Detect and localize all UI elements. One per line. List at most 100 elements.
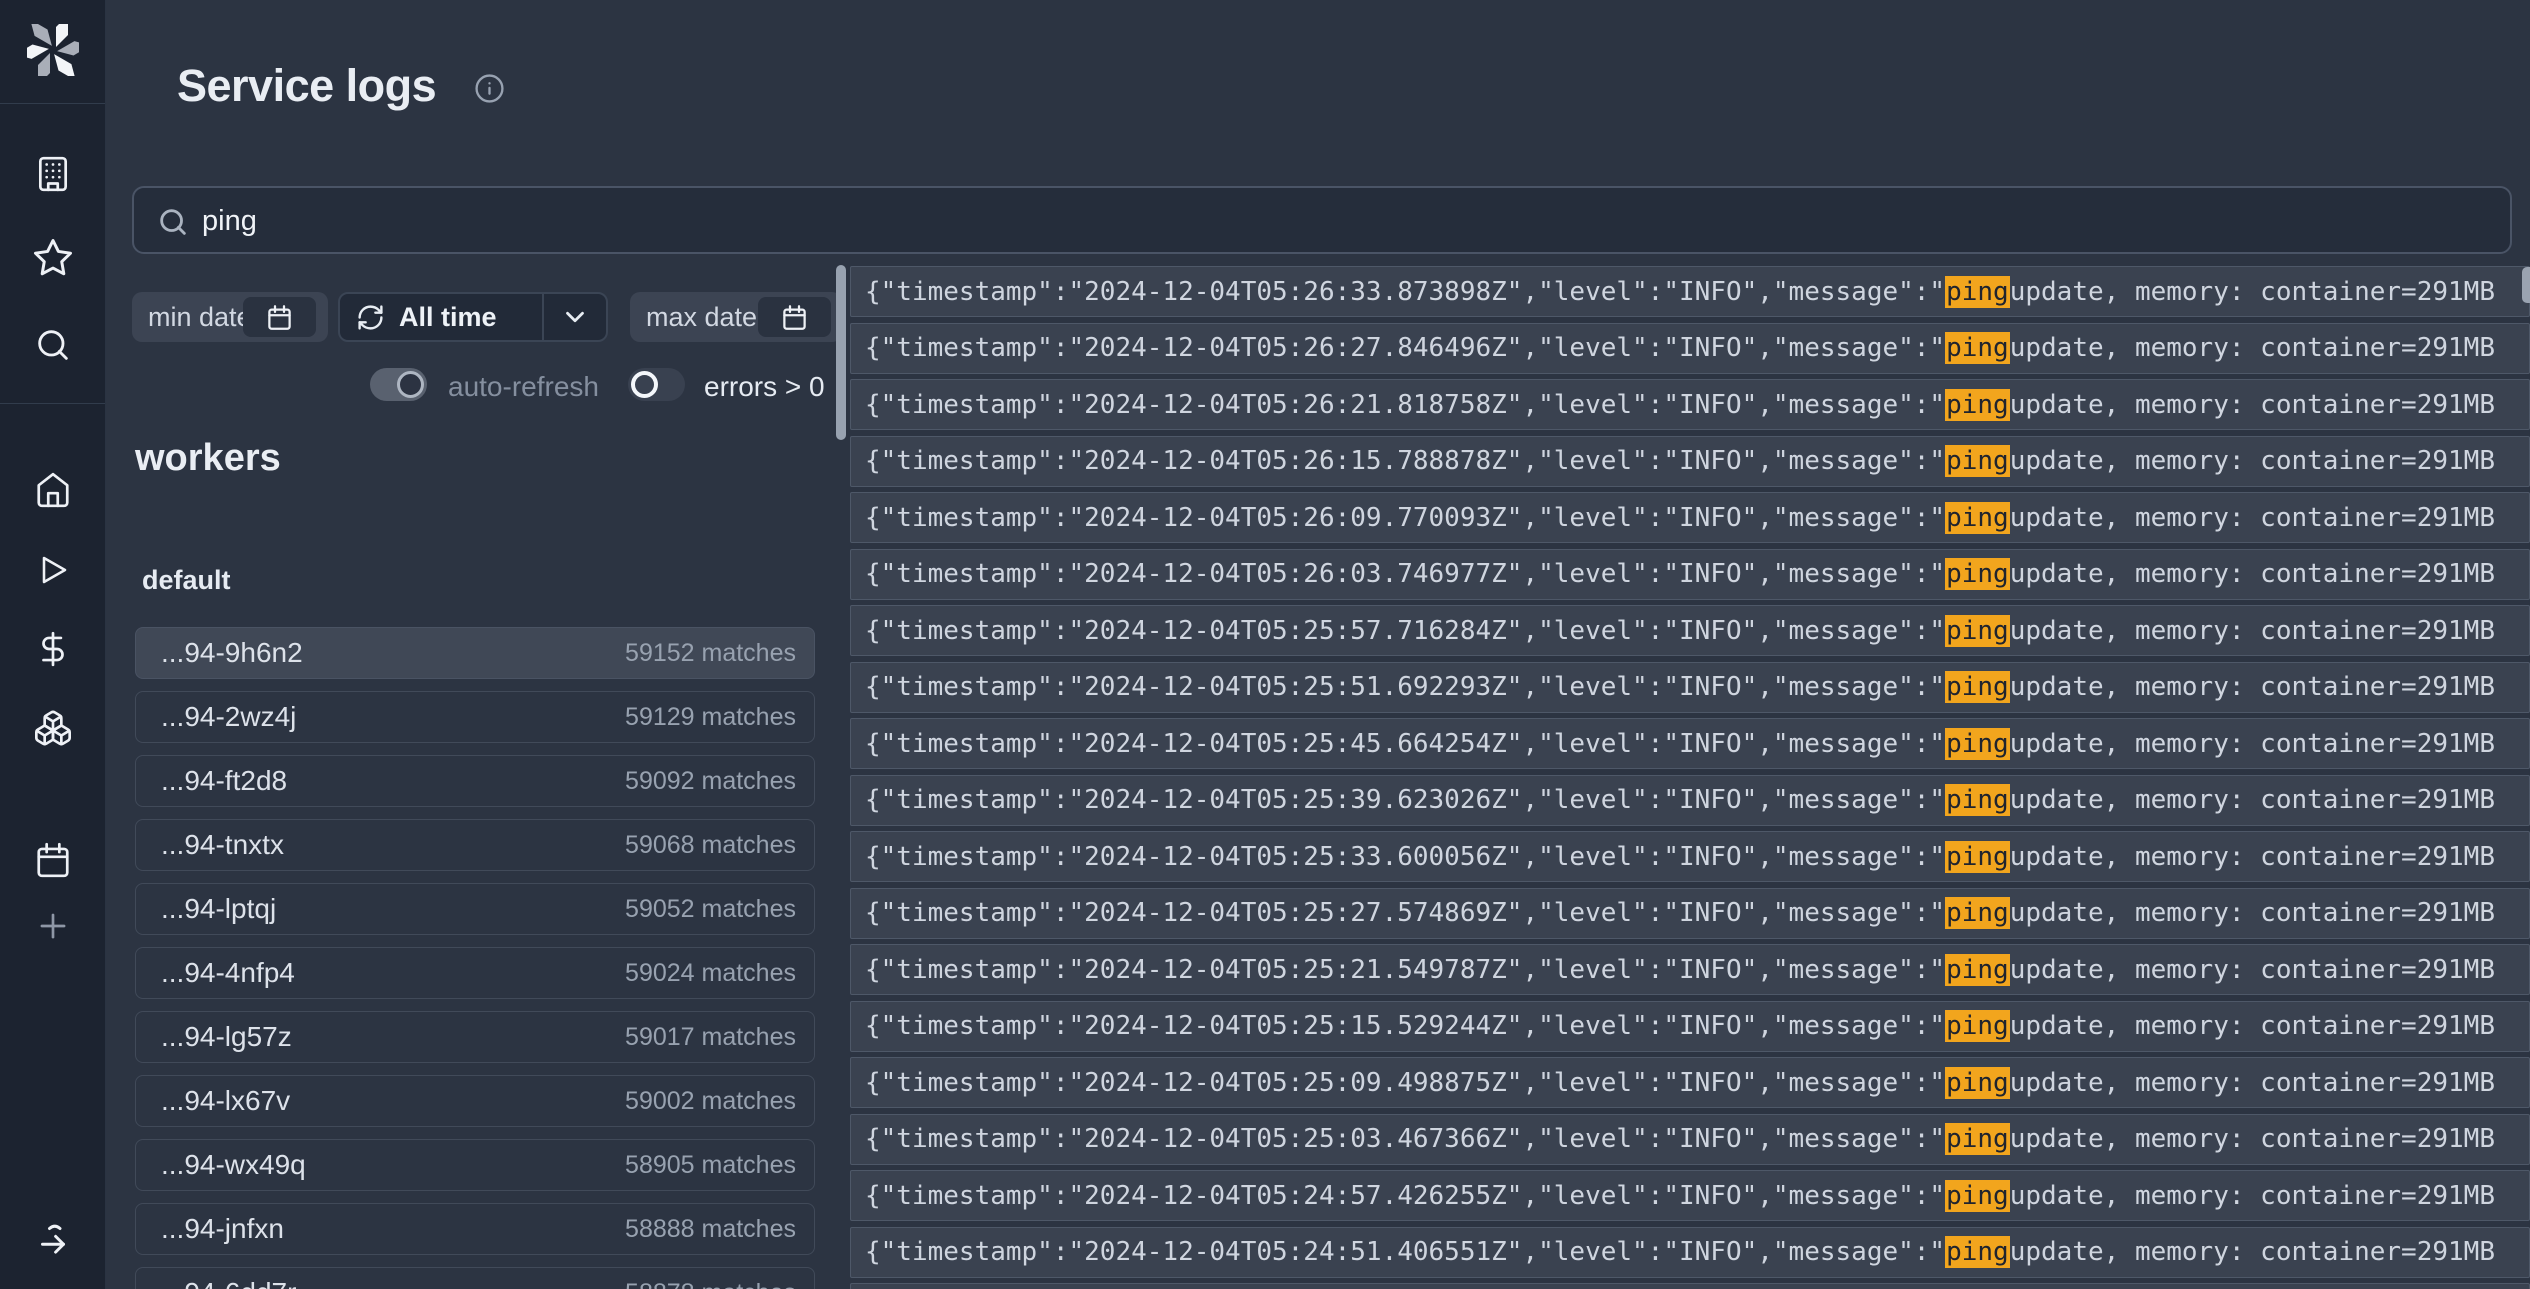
log-list: {"timestamp":"2024-12-04T05:26:33.873898… — [850, 266, 2530, 1289]
worker-row[interactable]: ...94-jnfxn 58888 matches — [135, 1203, 815, 1255]
worker-id: ...94-2wz4j — [161, 701, 625, 733]
worker-id: ...94-6dd7r — [161, 1277, 625, 1289]
worker-row[interactable]: ...94-4nfp4 59024 matches — [135, 947, 815, 999]
log-row: {"timestamp":"2024-12-04T05:26:33.873898… — [850, 266, 2530, 317]
workspace-building-icon[interactable] — [34, 155, 72, 193]
worker-row[interactable]: ...94-6dd7r 58878 matches — [135, 1267, 815, 1289]
variables-dollar-icon[interactable] — [34, 630, 72, 668]
log-row: {"timestamp":"2024-12-04T05:26:09.770093… — [850, 492, 2530, 543]
expand-sidebar-arrow-icon[interactable] — [32, 1218, 74, 1260]
worker-id: ...94-4nfp4 — [161, 957, 625, 989]
worker-row[interactable]: ...94-lx67v 59002 matches — [135, 1075, 815, 1127]
search-match-highlight: ping — [1945, 1010, 2010, 1042]
search-match-highlight: ping — [1945, 502, 2010, 534]
worker-row[interactable]: ...94-wx49q 58905 matches — [135, 1139, 815, 1191]
log-timestamp: 2024-12-04T05:26:09.770093Z — [1084, 503, 1507, 533]
errors-filter-label: errors > 0 — [704, 371, 825, 403]
chevron-down-icon[interactable] — [544, 302, 606, 332]
worker-match-count: 59092 matches — [625, 767, 796, 796]
worker-row[interactable]: ...94-ft2d8 59092 matches — [135, 755, 815, 807]
errors-filter-toggle[interactable] — [628, 368, 685, 401]
worker-id: ...94-lg57z — [161, 1021, 625, 1053]
log-row: {"timestamp":"2024-12-04T05:26:21.818758… — [850, 379, 2530, 430]
worker-id: ...94-9h6n2 — [161, 637, 625, 669]
search-match-highlight: ping — [1945, 445, 2010, 477]
schedules-calendar-icon[interactable] — [34, 841, 72, 879]
min-date-calendar-button[interactable] — [243, 297, 316, 337]
refresh-icon — [356, 303, 385, 332]
log-timestamp: 2024-12-04T05:25:33.600056Z — [1084, 842, 1507, 872]
worker-match-count: 59129 matches — [625, 703, 796, 732]
worker-row[interactable]: ...94-2wz4j 59129 matches — [135, 691, 815, 743]
time-range-button[interactable]: All time — [338, 292, 608, 342]
log-timestamp: 2024-12-04T05:24:51.406551Z — [1084, 1237, 1507, 1267]
home-icon[interactable] — [34, 471, 72, 509]
search-match-highlight: ping — [1945, 728, 2010, 760]
search-match-highlight: ping — [1945, 1067, 2010, 1099]
worker-id: ...94-ft2d8 — [161, 765, 625, 797]
worker-match-count: 59152 matches — [625, 639, 796, 668]
worker-match-count: 59068 matches — [625, 831, 796, 860]
log-timestamp: 2024-12-04T05:25:15.529244Z — [1084, 1011, 1507, 1041]
worker-row[interactable]: ...94-lptqj 59052 matches — [135, 883, 815, 935]
worker-row[interactable]: ...94-lg57z 59017 matches — [135, 1011, 815, 1063]
sidebar — [0, 0, 106, 1289]
workers-heading: workers — [135, 437, 281, 480]
log-row: {"timestamp":"2024-12-04T05:25:39.623026… — [850, 775, 2530, 826]
add-plus-icon[interactable] — [34, 907, 72, 945]
worker-match-count: 58878 matches — [625, 1279, 796, 1289]
log-row: {"timestamp":"2024-12-04T05:24:51.406551… — [850, 1227, 2530, 1278]
log-timestamp: 2024-12-04T05:26:27.846496Z — [1084, 333, 1507, 363]
worker-id: ...94-tnxtx — [161, 829, 625, 861]
worker-row[interactable]: ...94-9h6n2 59152 matches — [135, 627, 815, 679]
max-date-calendar-button[interactable] — [758, 297, 831, 337]
search-match-highlight: ping — [1945, 897, 2010, 929]
toggle-knob — [397, 371, 424, 398]
worker-row[interactable]: ...94-tnxtx 59068 matches — [135, 819, 815, 871]
worker-match-count: 59017 matches — [625, 1023, 796, 1052]
log-timestamp: 2024-12-04T05:26:33.873898Z — [1084, 277, 1507, 307]
info-icon[interactable] — [474, 73, 505, 109]
log-row: {"timestamp":"2024-12-04T05:25:15.529244… — [850, 1001, 2530, 1052]
search-icon — [156, 205, 190, 244]
log-row: {"timestamp":"2024-12-04T05:26:03.746977… — [850, 549, 2530, 600]
log-timestamp: 2024-12-04T05:26:21.818758Z — [1084, 390, 1507, 420]
log-timestamp: 2024-12-04T05:25:27.574869Z — [1084, 898, 1507, 928]
log-search-bar — [132, 186, 2512, 254]
time-range-label: All time — [399, 302, 542, 333]
search-match-highlight: ping — [1945, 1123, 2010, 1155]
log-timestamp: 2024-12-04T05:25:03.467366Z — [1084, 1124, 1507, 1154]
search-icon[interactable] — [33, 325, 73, 365]
resources-boxes-icon[interactable] — [33, 708, 73, 748]
log-row: {"timestamp":"2024-12-04T05:25:27.574869… — [850, 888, 2530, 939]
log-vertical-scrollbar[interactable] — [836, 265, 846, 440]
worker-id: ...94-jnfxn — [161, 1213, 625, 1245]
search-match-highlight: ping — [1945, 332, 2010, 364]
worker-match-count: 59002 matches — [625, 1087, 796, 1116]
page-title: Service logs — [177, 60, 436, 112]
runs-play-icon[interactable] — [35, 552, 71, 588]
favorites-star-icon[interactable] — [32, 237, 74, 279]
log-row: {"timestamp":"2024-12-04T05:25:57.716284… — [850, 605, 2530, 656]
windmill-logo-icon[interactable] — [27, 24, 79, 76]
worker-id: ...94-lx67v — [161, 1085, 625, 1117]
log-timestamp: 2024-12-04T05:25:09.498875Z — [1084, 1068, 1507, 1098]
search-match-highlight: ping — [1945, 671, 2010, 703]
log-row: {"timestamp":"2024-12-04T05:25:21.549787… — [850, 944, 2530, 995]
search-match-highlight: ping — [1945, 389, 2010, 421]
log-row: {"timestamp":"2024-12-04T05:25:09.498875… — [850, 1057, 2530, 1108]
worker-group-name: default — [142, 565, 231, 596]
worker-list: ...94-9h6n2 59152 matches ...94-2wz4j 59… — [135, 627, 815, 1289]
log-timestamp: 2024-12-04T05:25:51.692293Z — [1084, 672, 1507, 702]
auto-refresh-toggle[interactable] — [370, 368, 427, 401]
search-input[interactable] — [200, 190, 2484, 252]
log-row-partial — [850, 1283, 2530, 1289]
log-timestamp: 2024-12-04T05:24:57.426255Z — [1084, 1181, 1507, 1211]
worker-match-count: 59052 matches — [625, 895, 796, 924]
search-match-highlight: ping — [1945, 954, 2010, 986]
page-scrollbar-thumb[interactable] — [2522, 267, 2530, 303]
log-row: {"timestamp":"2024-12-04T05:25:33.600056… — [850, 831, 2530, 882]
log-timestamp: 2024-12-04T05:25:57.716284Z — [1084, 616, 1507, 646]
worker-id: ...94-lptqj — [161, 893, 625, 925]
worker-match-count: 59024 matches — [625, 959, 796, 988]
